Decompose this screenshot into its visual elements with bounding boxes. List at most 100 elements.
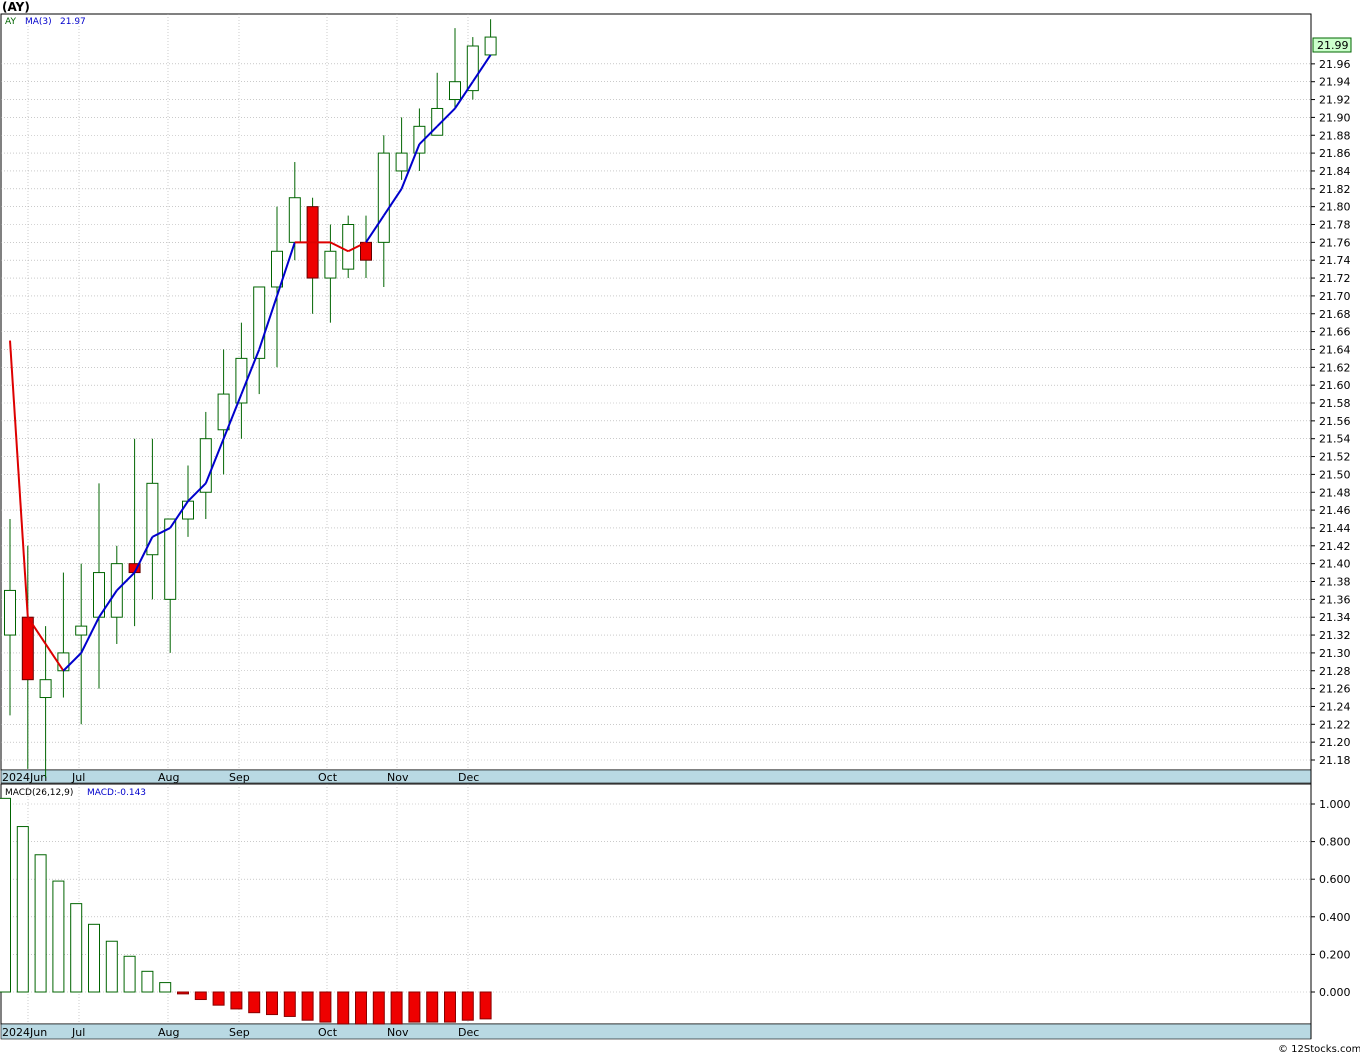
price-tick-label: 21.94	[1319, 76, 1351, 89]
price-tick-label: 21.44	[1319, 522, 1351, 535]
price-tick-label: 21.34	[1319, 611, 1351, 624]
price-tick-label: 21.54	[1319, 433, 1351, 446]
last-price-tag: 21.99	[1317, 39, 1349, 52]
macd-month-label: Dec	[458, 1026, 479, 1039]
macd-tick-label: 0.000	[1319, 986, 1351, 999]
macd-tick-label: 1.000	[1319, 798, 1351, 811]
price-tick-label: 21.60	[1319, 379, 1351, 392]
candle-up	[217, 393, 230, 431]
price-month-label: Jul	[71, 771, 85, 784]
price-tick-label: 21.78	[1319, 219, 1351, 232]
macd-bar-negative	[283, 991, 296, 1017]
candle-up	[182, 500, 194, 520]
macd-bar-negative	[248, 991, 261, 1014]
price-tick-label: 21.80	[1319, 201, 1351, 214]
macd-axis-band	[0, 1023, 1312, 1040]
macd-month-label: Oct	[318, 1026, 338, 1039]
candle-up	[342, 224, 355, 270]
macd-bar-positive	[70, 903, 83, 993]
macd-bar-negative	[266, 991, 278, 1016]
price-tick-label: 21.38	[1319, 576, 1351, 589]
macd-bar-negative	[372, 991, 385, 1025]
price-tick-label: 21.46	[1319, 504, 1351, 517]
macd-bar-negative	[444, 991, 456, 1023]
macd-bar-positive	[105, 940, 118, 993]
price-tick-label: 21.64	[1319, 343, 1351, 356]
macd-bar-negative	[355, 991, 367, 1025]
candle-up	[4, 589, 16, 636]
chart-root: (AY) AY MA(3) 21.97 21.18 21.20 21.22 21.24…	[0, 0, 1360, 1056]
price-tick-label: 21.20	[1319, 736, 1351, 749]
price-tick-label: 21.82	[1319, 183, 1351, 196]
price-tick-label: 21.76	[1319, 236, 1351, 249]
price-tick-label: 21.22	[1319, 718, 1351, 731]
macd-bar-negative	[230, 991, 243, 1010]
price-tick-label: 21.24	[1319, 700, 1351, 713]
price-month-label: Aug	[158, 771, 179, 784]
price-tick-label: 21.86	[1319, 147, 1351, 160]
price-tick-label: 21.28	[1319, 665, 1351, 678]
macd-bar-negative	[177, 991, 189, 995]
macd-tick-label: 0.800	[1319, 836, 1351, 849]
price-month-label: Dec	[458, 771, 479, 784]
price-tick-label: 21.58	[1319, 397, 1351, 410]
price-tick-label: 21.48	[1319, 486, 1351, 499]
macd-bar-negative	[390, 991, 403, 1025]
price-tick-label: 21.56	[1319, 415, 1351, 428]
macd-bar-negative	[212, 991, 225, 1006]
legend-symbol: AY	[5, 17, 16, 27]
price-tick-label: 21.68	[1319, 308, 1351, 321]
candle-down	[21, 616, 34, 681]
macd-month-label: Aug	[158, 1026, 179, 1039]
price-axis-band	[0, 769, 1312, 784]
price-month-label: Oct	[318, 771, 338, 784]
macd-tick-label: 0.600	[1319, 873, 1351, 886]
macd-bar-positive	[141, 970, 154, 993]
macd-bar-positive	[88, 923, 100, 993]
price-tick-label: 21.26	[1319, 683, 1351, 696]
legend-ma-value: 21.97	[60, 17, 86, 27]
macd-bar-negative	[461, 991, 474, 1021]
candle-up	[484, 36, 497, 56]
price-month-label: Nov	[387, 771, 409, 784]
candle-up	[39, 679, 52, 699]
macd-value-label: MACD:-0.143	[87, 788, 146, 798]
price-month-label: Sep	[229, 771, 250, 784]
price-tick-label: 21.70	[1319, 290, 1351, 303]
macd-bar-negative	[408, 991, 421, 1023]
macd-bar-negative	[301, 991, 314, 1021]
price-tick-label: 21.36	[1319, 593, 1351, 606]
price-month-label: 2024Jun	[2, 771, 47, 784]
candle-up	[466, 45, 479, 92]
price-tick-label: 21.92	[1319, 94, 1351, 107]
candle-up	[377, 152, 390, 243]
price-tick-label: 21.90	[1319, 111, 1351, 124]
macd-bar-negative	[479, 991, 492, 1020]
price-tick-label: 21.42	[1319, 540, 1351, 553]
macd-bar-negative	[426, 991, 439, 1023]
price-tick-label: 21.32	[1319, 629, 1351, 642]
price-tick-label: 21.96	[1319, 58, 1351, 71]
macd-month-label: Sep	[229, 1026, 250, 1039]
macd-bar-negative	[319, 991, 332, 1023]
macd-bar-positive	[0, 797, 11, 993]
macd-bar-positive	[34, 854, 47, 993]
price-tick-label: 21.66	[1319, 326, 1351, 339]
symbol-title: (AY)	[2, 0, 30, 14]
price-tick-label: 21.40	[1319, 558, 1351, 571]
macd-bar-positive	[159, 982, 172, 993]
macd-tick-label: 0.400	[1319, 911, 1351, 924]
price-tick-label: 21.52	[1319, 451, 1351, 464]
price-tick-label: 21.72	[1319, 272, 1351, 285]
price-tick-label: 21.84	[1319, 165, 1351, 178]
macd-month-label: 2024Jun	[2, 1026, 47, 1039]
price-x-axis: 2024Jun Jul Aug Sep Oct Nov Dec	[2, 771, 479, 784]
macd-bar-positive	[123, 955, 136, 993]
price-tick-label: 21.74	[1319, 254, 1351, 267]
macd-bar-negative	[194, 991, 207, 1001]
candle-up	[395, 152, 408, 172]
macd-x-axis: 2024Jun Jul Aug Sep Oct Nov Dec	[2, 1026, 479, 1039]
footer-credit: © 12Stocks.com	[1278, 1044, 1360, 1055]
candle-up	[164, 518, 177, 600]
macd-month-label: Nov	[387, 1026, 409, 1039]
